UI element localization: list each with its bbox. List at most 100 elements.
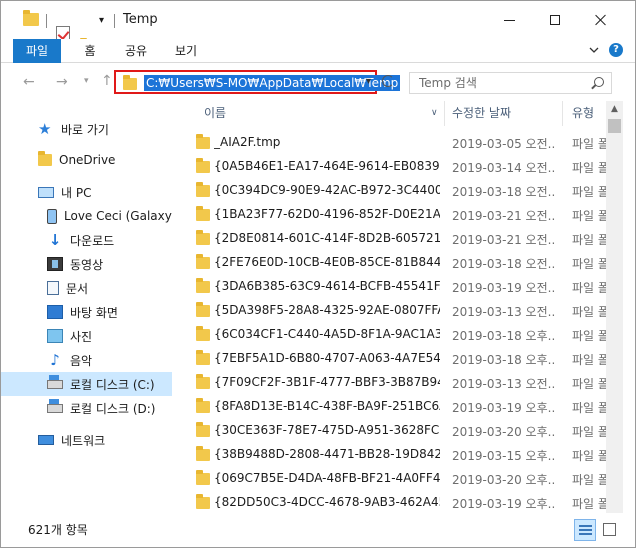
table-row[interactable]: _AIA2F.tmp 2019-03-05 오전... 파일 폴 [174, 130, 617, 154]
close-button[interactable] [578, 1, 624, 39]
nav-item-music[interactable]: ♪ 음악 [1, 348, 172, 372]
nav-item-this-pc[interactable]: 내 PC [1, 180, 172, 204]
column-header-type[interactable]: 유형 [572, 101, 594, 126]
tab-view[interactable]: 보기 [165, 39, 207, 63]
cell-name: {8FA8D13E-B14C-438F-BA9F-251BC6A... [214, 399, 440, 413]
video-icon [47, 257, 63, 271]
phone-icon [47, 208, 57, 224]
table-row[interactable]: {2FE76E0D-10CB-4E0B-85CE-81B8449... 2019-… [174, 250, 617, 274]
tab-home[interactable]: 홈 [73, 39, 107, 63]
folder-icon [196, 374, 210, 389]
cell-name: {2D8E0814-601C-414F-8D2B-6057212... [214, 231, 440, 245]
column-header-name[interactable]: 이름 [204, 101, 226, 126]
table-row[interactable]: {3DA6B385-63C9-4614-BCFB-45541F... 2019-0… [174, 274, 617, 298]
table-row[interactable]: {7F09CF2F-3B1F-4777-BBF3-3B87B943... 2019… [174, 370, 617, 394]
table-row[interactable]: {82DD50C3-4DCC-4678-9AB3-462A45... 2019-0… [174, 490, 617, 513]
nav-item-label: 바탕 화면 [70, 305, 118, 320]
cell-name: _AIA2F.tmp [214, 135, 281, 149]
nav-item-label: Love Ceci (Galaxy S [64, 209, 172, 223]
scroll-up-icon[interactable]: ▲ [606, 101, 623, 118]
address-dropdown-icon[interactable]: ▾ [366, 76, 371, 87]
sort-ascending-icon: ^ [311, 101, 319, 107]
folder-icon [196, 470, 210, 485]
cell-date-modified: 2019-03-13 오전... [452, 305, 556, 319]
cell-name: {82DD50C3-4DCC-4678-9AB3-462A45... [214, 495, 440, 509]
cell-name: {069C7B5E-D4DA-48FB-BF21-4A0FF41... [214, 471, 440, 485]
search-icon[interactable] [594, 77, 604, 87]
address-path[interactable]: C:₩Users₩S-MO₩AppData₩Local₩Temp [144, 75, 401, 91]
nav-item-onedrive[interactable]: OneDrive [1, 148, 172, 172]
folder-icon [196, 278, 210, 293]
explorer-window: ▾ Temp 파일 홈 공유 보기 ? ← → ▾ ↑ C:₩Users₩S-M… [0, 0, 636, 548]
cell-name: {0C394DC9-90E9-42AC-B972-3C4400... [214, 183, 440, 197]
column-divider[interactable] [444, 101, 445, 126]
customize-quick-access-icon[interactable]: ▾ [99, 15, 104, 31]
network-icon [38, 435, 54, 445]
nav-item-documents[interactable]: 문서 [1, 276, 172, 300]
column-dropdown-icon[interactable]: ∨ [431, 101, 443, 126]
cell-date-modified: 2019-03-18 오후... [452, 329, 556, 343]
cell-name: {1BA23F77-62D0-4196-852F-D0E21AB... [214, 207, 440, 221]
title-bar[interactable]: ▾ Temp [1, 1, 635, 54]
nav-item-label: 문서 [66, 281, 89, 296]
scrollbar-thumb[interactable] [608, 119, 621, 133]
column-header-date-modified[interactable]: 수정한 날짜 [452, 101, 511, 126]
nav-item-pictures[interactable]: 사진 [1, 324, 172, 348]
column-divider[interactable] [562, 101, 563, 126]
cell-date-modified: 2019-03-20 오후... [452, 473, 556, 487]
folder-icon [196, 230, 210, 245]
divider [114, 14, 115, 28]
search-input[interactable] [410, 73, 590, 93]
folder-icon [196, 254, 210, 269]
folder-icon [196, 182, 210, 197]
maximize-icon [550, 15, 560, 25]
nav-item-videos[interactable]: 동영상 [1, 252, 172, 276]
nav-item-label: 동영상 [70, 257, 104, 272]
cell-name: {5DA398F5-28A8-4325-92AE-0807FFA... [214, 303, 440, 317]
table-row[interactable]: {38B9488D-2808-4471-BB28-19D8421... 2019-… [174, 442, 617, 466]
nav-item-local-disk-d[interactable]: 로컬 디스크 (D:) [1, 396, 172, 420]
cell-date-modified: 2019-03-13 오전... [452, 377, 556, 391]
search-box[interactable] [409, 72, 612, 94]
table-row[interactable]: {0C394DC9-90E9-42AC-B972-3C4400... 2019-0… [174, 178, 617, 202]
table-row[interactable]: {069C7B5E-D4DA-48FB-BF21-4A0FF41... 2019-… [174, 466, 617, 490]
nav-item-network[interactable]: 네트워크 [1, 428, 172, 452]
cell-date-modified: 2019-03-19 오후... [452, 401, 556, 415]
refresh-icon[interactable] [382, 75, 394, 87]
expand-ribbon-icon[interactable] [589, 45, 599, 55]
cell-date-modified: 2019-03-19 오후... [452, 497, 556, 511]
cell-name: {30CE363F-78E7-475D-A951-3628FCD... [214, 423, 440, 437]
table-row[interactable]: {2D8E0814-601C-414F-8D2B-6057212... 2019-… [174, 226, 617, 250]
address-bar[interactable]: C:₩Users₩S-MO₩AppData₩Local₩Temp ▾ [114, 70, 401, 94]
recent-locations-icon[interactable]: ▾ [84, 76, 89, 86]
table-row[interactable]: {6C034CF1-C440-4A5D-8F1A-9AC1A3... 2019-0… [174, 322, 617, 346]
up-arrow-icon[interactable]: ↑ [101, 73, 113, 89]
details-view-button[interactable] [574, 519, 596, 541]
maximize-button[interactable] [532, 1, 578, 39]
back-arrow-icon[interactable]: ← [23, 74, 35, 90]
large-icons-view-button[interactable] [599, 519, 621, 541]
nav-item-label: 다운로드 [70, 233, 115, 248]
tab-share[interactable]: 공유 [115, 39, 157, 63]
table-row[interactable]: {8FA8D13E-B14C-438F-BA9F-251BC6A... 2019-… [174, 394, 617, 418]
table-row[interactable]: {0A5B46E1-EA17-464E-9614-EB08391... 2019-… [174, 154, 617, 178]
forward-arrow-icon[interactable]: → [56, 74, 68, 90]
table-row[interactable]: {30CE363F-78E7-475D-A951-3628FCD... 2019-… [174, 418, 617, 442]
vertical-scrollbar[interactable]: ▲ [606, 101, 623, 513]
nav-item-galaxy-phone[interactable]: Love Ceci (Galaxy S [1, 204, 172, 228]
table-row[interactable]: {1BA23F77-62D0-4196-852F-D0E21AB... 2019-… [174, 202, 617, 226]
table-row[interactable]: {5DA398F5-28A8-4325-92AE-0807FFA... 2019-… [174, 298, 617, 322]
table-row[interactable]: {7EBF5A1D-6B80-4707-A063-4A7E54E... 2019-… [174, 346, 617, 370]
tab-file[interactable]: 파일 [13, 39, 61, 63]
nav-item-desktop[interactable]: 바탕 화면 [1, 300, 172, 324]
minimize-button[interactable] [486, 1, 532, 39]
folder-icon [196, 158, 210, 173]
nav-item-label: 네트워크 [61, 433, 106, 448]
nav-item-local-disk-c[interactable]: 로컬 디스크 (C:) [1, 372, 172, 396]
help-icon[interactable]: ? [609, 43, 623, 57]
folder-icon [196, 302, 210, 317]
cell-name: {2FE76E0D-10CB-4E0B-85CE-81B8449... [214, 255, 440, 269]
nav-item-downloads[interactable]: ↓ 다운로드 [1, 228, 172, 252]
nav-item-quick-access[interactable]: ★ 바로 가기 [1, 117, 172, 141]
desktop-icon [47, 305, 63, 319]
